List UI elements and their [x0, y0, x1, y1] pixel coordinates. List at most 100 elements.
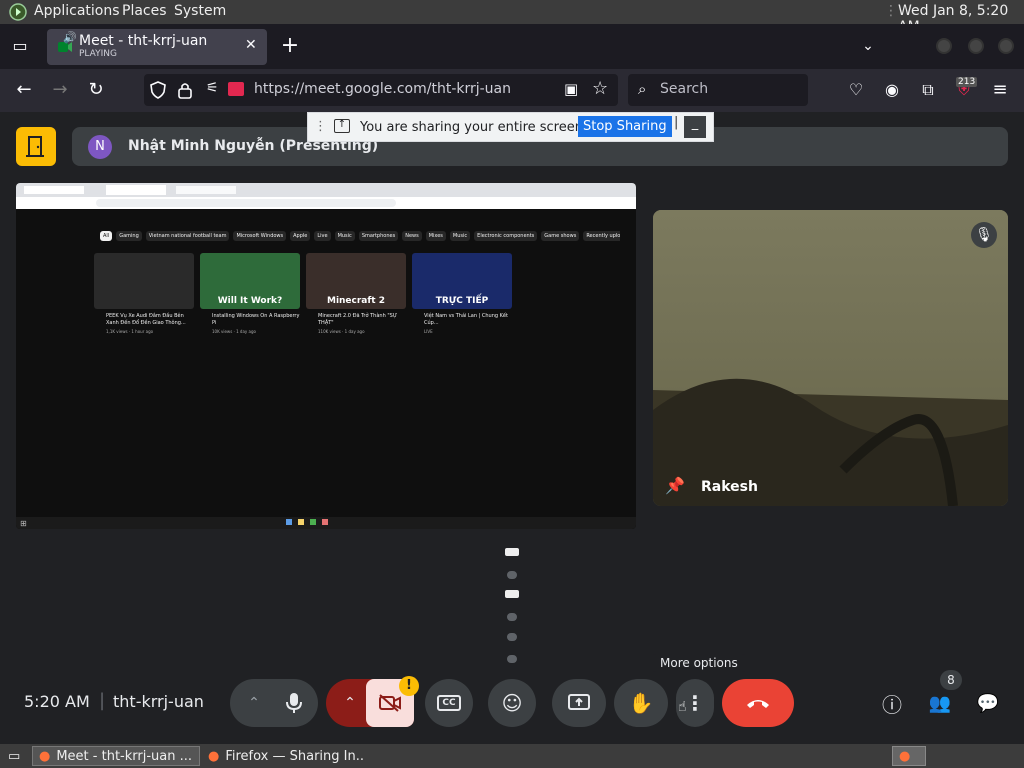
shared-chip: Live: [314, 231, 331, 241]
firefox-icon: ●: [39, 748, 51, 764]
shared-screen-tile[interactable]: All Gaming Vietnam national football team M…: [16, 183, 636, 529]
pocket-icon[interactable]: ♡: [840, 74, 872, 106]
shared-start-icon: ⊞: [20, 519, 27, 528]
shared-video-card: TRỰC TIẾP Việt Nam vs Thái Lan | Chung Kế…: [412, 253, 512, 334]
tab-overview-icon[interactable]: ▭: [4, 30, 36, 62]
shared-video-thumb: Minecraft 2: [306, 253, 406, 309]
shared-tabbar: [16, 183, 636, 197]
shared-video-thumb: Will It Work?: [200, 253, 300, 309]
filmstrip-dot[interactable]: [505, 548, 519, 556]
list-tabs-icon[interactable]: ⌄: [852, 30, 884, 62]
cursor-icon: ☝: [678, 699, 687, 715]
new-tab-icon[interactable]: +: [274, 30, 306, 62]
shield-icon[interactable]: [150, 81, 166, 99]
participants-count: 8: [940, 670, 962, 690]
panel-separator: ⋮: [884, 3, 898, 19]
show-desktop-icon[interactable]: ▭: [2, 746, 26, 766]
filmstrip-dot[interactable]: [507, 571, 517, 579]
tab-meet[interactable]: 🔊 Meet - tht-krrj-uan PLAYING ✕: [47, 29, 267, 65]
shared-video-card: Minecraft 2 Minecraft 2.0 Đã Trở Thành "S…: [306, 253, 406, 334]
close-window-icon[interactable]: [998, 38, 1014, 54]
filmstrip-dot[interactable]: [507, 613, 517, 621]
maximize-icon[interactable]: [968, 38, 984, 54]
forward-icon[interactable]: →: [44, 74, 76, 106]
hand-icon: ✋: [628, 691, 654, 715]
present-screen-button[interactable]: [552, 679, 606, 727]
url-text[interactable]: https://meet.google.com/tht-krrj-uan: [254, 81, 511, 97]
emoji-button[interactable]: ☺: [488, 679, 536, 727]
shared-chip: Smartphones: [358, 231, 399, 241]
back-icon[interactable]: ←: [8, 74, 40, 106]
account-icon[interactable]: ◉: [876, 74, 908, 106]
shared-chip: Gaming: [116, 231, 142, 241]
extension-badge: 213: [956, 77, 978, 87]
people-icon: 👥: [928, 692, 952, 714]
filmstrip-dot[interactable]: [507, 633, 517, 641]
hide-bar-icon[interactable]: _: [684, 116, 706, 138]
search-icon: ⌕: [638, 80, 647, 98]
minimize-icon[interactable]: [936, 38, 952, 54]
shared-taskbar-icons: [286, 519, 366, 527]
shared-video-card: PEEK Vụ Xe Audi Đâm Đầu Bên Xanh Đến Đổ …: [94, 253, 194, 334]
warning-badge: !: [399, 676, 419, 696]
share-screen-icon: ↑: [334, 119, 350, 133]
filmstrip-dot[interactable]: [507, 655, 517, 663]
raise-hand-button[interactable]: ✋: [614, 679, 668, 727]
search-input[interactable]: Search: [660, 81, 708, 97]
shared-chip: Microsoft Windows: [233, 231, 287, 241]
chat-icon: 💬: [976, 692, 1000, 714]
shared-chip: All: [100, 231, 113, 241]
divider: |: [674, 115, 679, 130]
firefox-icon: ●: [899, 748, 911, 764]
meeting-time: 5:20 AM: [24, 692, 90, 711]
info-icon: ⓘ: [882, 692, 902, 717]
audio-playing-icon[interactable]: 🔊: [63, 31, 77, 44]
menu-places[interactable]: Places: [122, 3, 167, 19]
hamburger-menu-icon[interactable]: ≡: [984, 74, 1016, 106]
tab-close-icon[interactable]: ✕: [245, 37, 257, 53]
bookmark-star-icon[interactable]: ☆: [592, 78, 608, 99]
participant-name: Rakesh: [701, 479, 758, 495]
workspace-switcher[interactable]: ●: [892, 746, 926, 766]
reload-icon[interactable]: ↻: [80, 74, 112, 106]
url-bar[interactable]: ⚟ https://meet.google.com/tht-krrj-uan ▣…: [144, 74, 618, 106]
drag-handle-icon[interactable]: ⋮: [314, 119, 327, 134]
microphone-icon: [286, 693, 302, 713]
stop-sharing-button[interactable]: Stop Sharing: [578, 116, 672, 137]
shared-video-grid: PEEK Vụ Xe Audi Đâm Đầu Bên Xanh Đến Đổ …: [94, 253, 512, 334]
captions-button[interactable]: CC: [425, 679, 473, 727]
present-icon: [568, 694, 590, 710]
menu-applications[interactable]: Applications: [34, 3, 120, 19]
meeting-details-button[interactable]: ⓘ: [868, 679, 916, 727]
taskbar-item-meet[interactable]: ● Meet - tht-krrj-uan ...: [32, 746, 200, 766]
reader-view-icon[interactable]: ▣: [564, 80, 578, 98]
extensions-icon[interactable]: ⧉: [912, 74, 944, 106]
hang-up-icon: [747, 700, 769, 708]
taskbar-item-label: Meet - tht-krrj-uan ...: [56, 748, 192, 764]
microphone-button[interactable]: [270, 679, 318, 727]
shared-chips: All Gaming Vietnam national football team M…: [100, 231, 620, 241]
end-call-button[interactable]: [722, 679, 794, 727]
taskbar-item-firefox[interactable]: ● Firefox — Sharing In...: [202, 746, 370, 766]
permissions-icon[interactable]: ⚟: [206, 80, 219, 96]
camera-off-icon: [379, 694, 401, 712]
gnome-logo-icon[interactable]: [8, 3, 28, 21]
lock-icon[interactable]: [178, 81, 192, 99]
sharing-message: You are sharing your entire screen.: [360, 120, 588, 135]
shared-chip: Vietnam national football team: [145, 231, 230, 241]
shared-tab: [24, 186, 84, 194]
filmstrip-dot[interactable]: [505, 590, 519, 598]
pin-icon[interactable]: 📌: [665, 476, 685, 495]
emoji-icon: ☺: [501, 691, 523, 715]
shared-video-meta: 110K views · 1 day ago: [318, 329, 365, 334]
menu-system[interactable]: System: [174, 3, 226, 19]
search-box[interactable]: ⌕ Search: [628, 74, 808, 106]
screen-share-indicator-icon[interactable]: [228, 82, 244, 96]
tab-title: Meet - tht-krrj-uan: [79, 33, 208, 49]
shared-chip: Game shows: [541, 231, 580, 241]
leave-room-icon[interactable]: [16, 127, 56, 166]
chat-button[interactable]: 💬: [964, 679, 1012, 727]
participant-tile[interactable]: 🎙 📌 Rakesh: [653, 210, 1008, 506]
bottom-taskbar: ▭ ● Meet - tht-krrj-uan ... ● Firefox — …: [0, 744, 1024, 768]
shared-chip: Mixes: [425, 231, 446, 241]
